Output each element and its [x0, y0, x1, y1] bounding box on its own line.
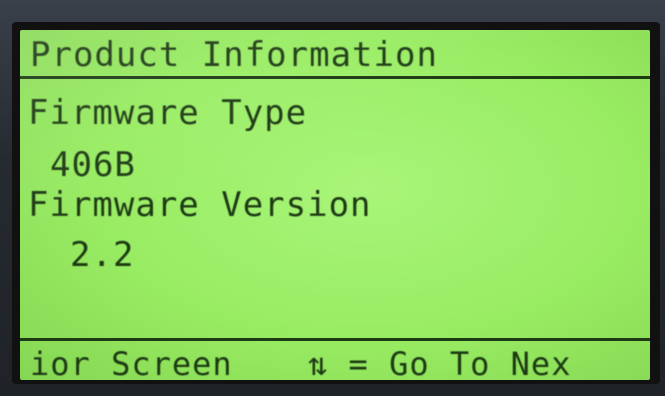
lcd-display: Product Information Firmware Type 406B F…	[20, 30, 650, 380]
softkey-go-to-next[interactable]: ⇅ = Go To Nex	[308, 348, 571, 380]
firmware-version-value: 2.2	[70, 235, 135, 275]
firmware-version-label: Firmware Version	[28, 185, 372, 225]
firmware-type-value: 406B	[50, 145, 136, 185]
screen-title: Product Information	[30, 35, 438, 75]
softkey-previous-screen[interactable]: ior Screen	[30, 348, 233, 380]
firmware-type-label: Firmware Type	[28, 93, 308, 133]
